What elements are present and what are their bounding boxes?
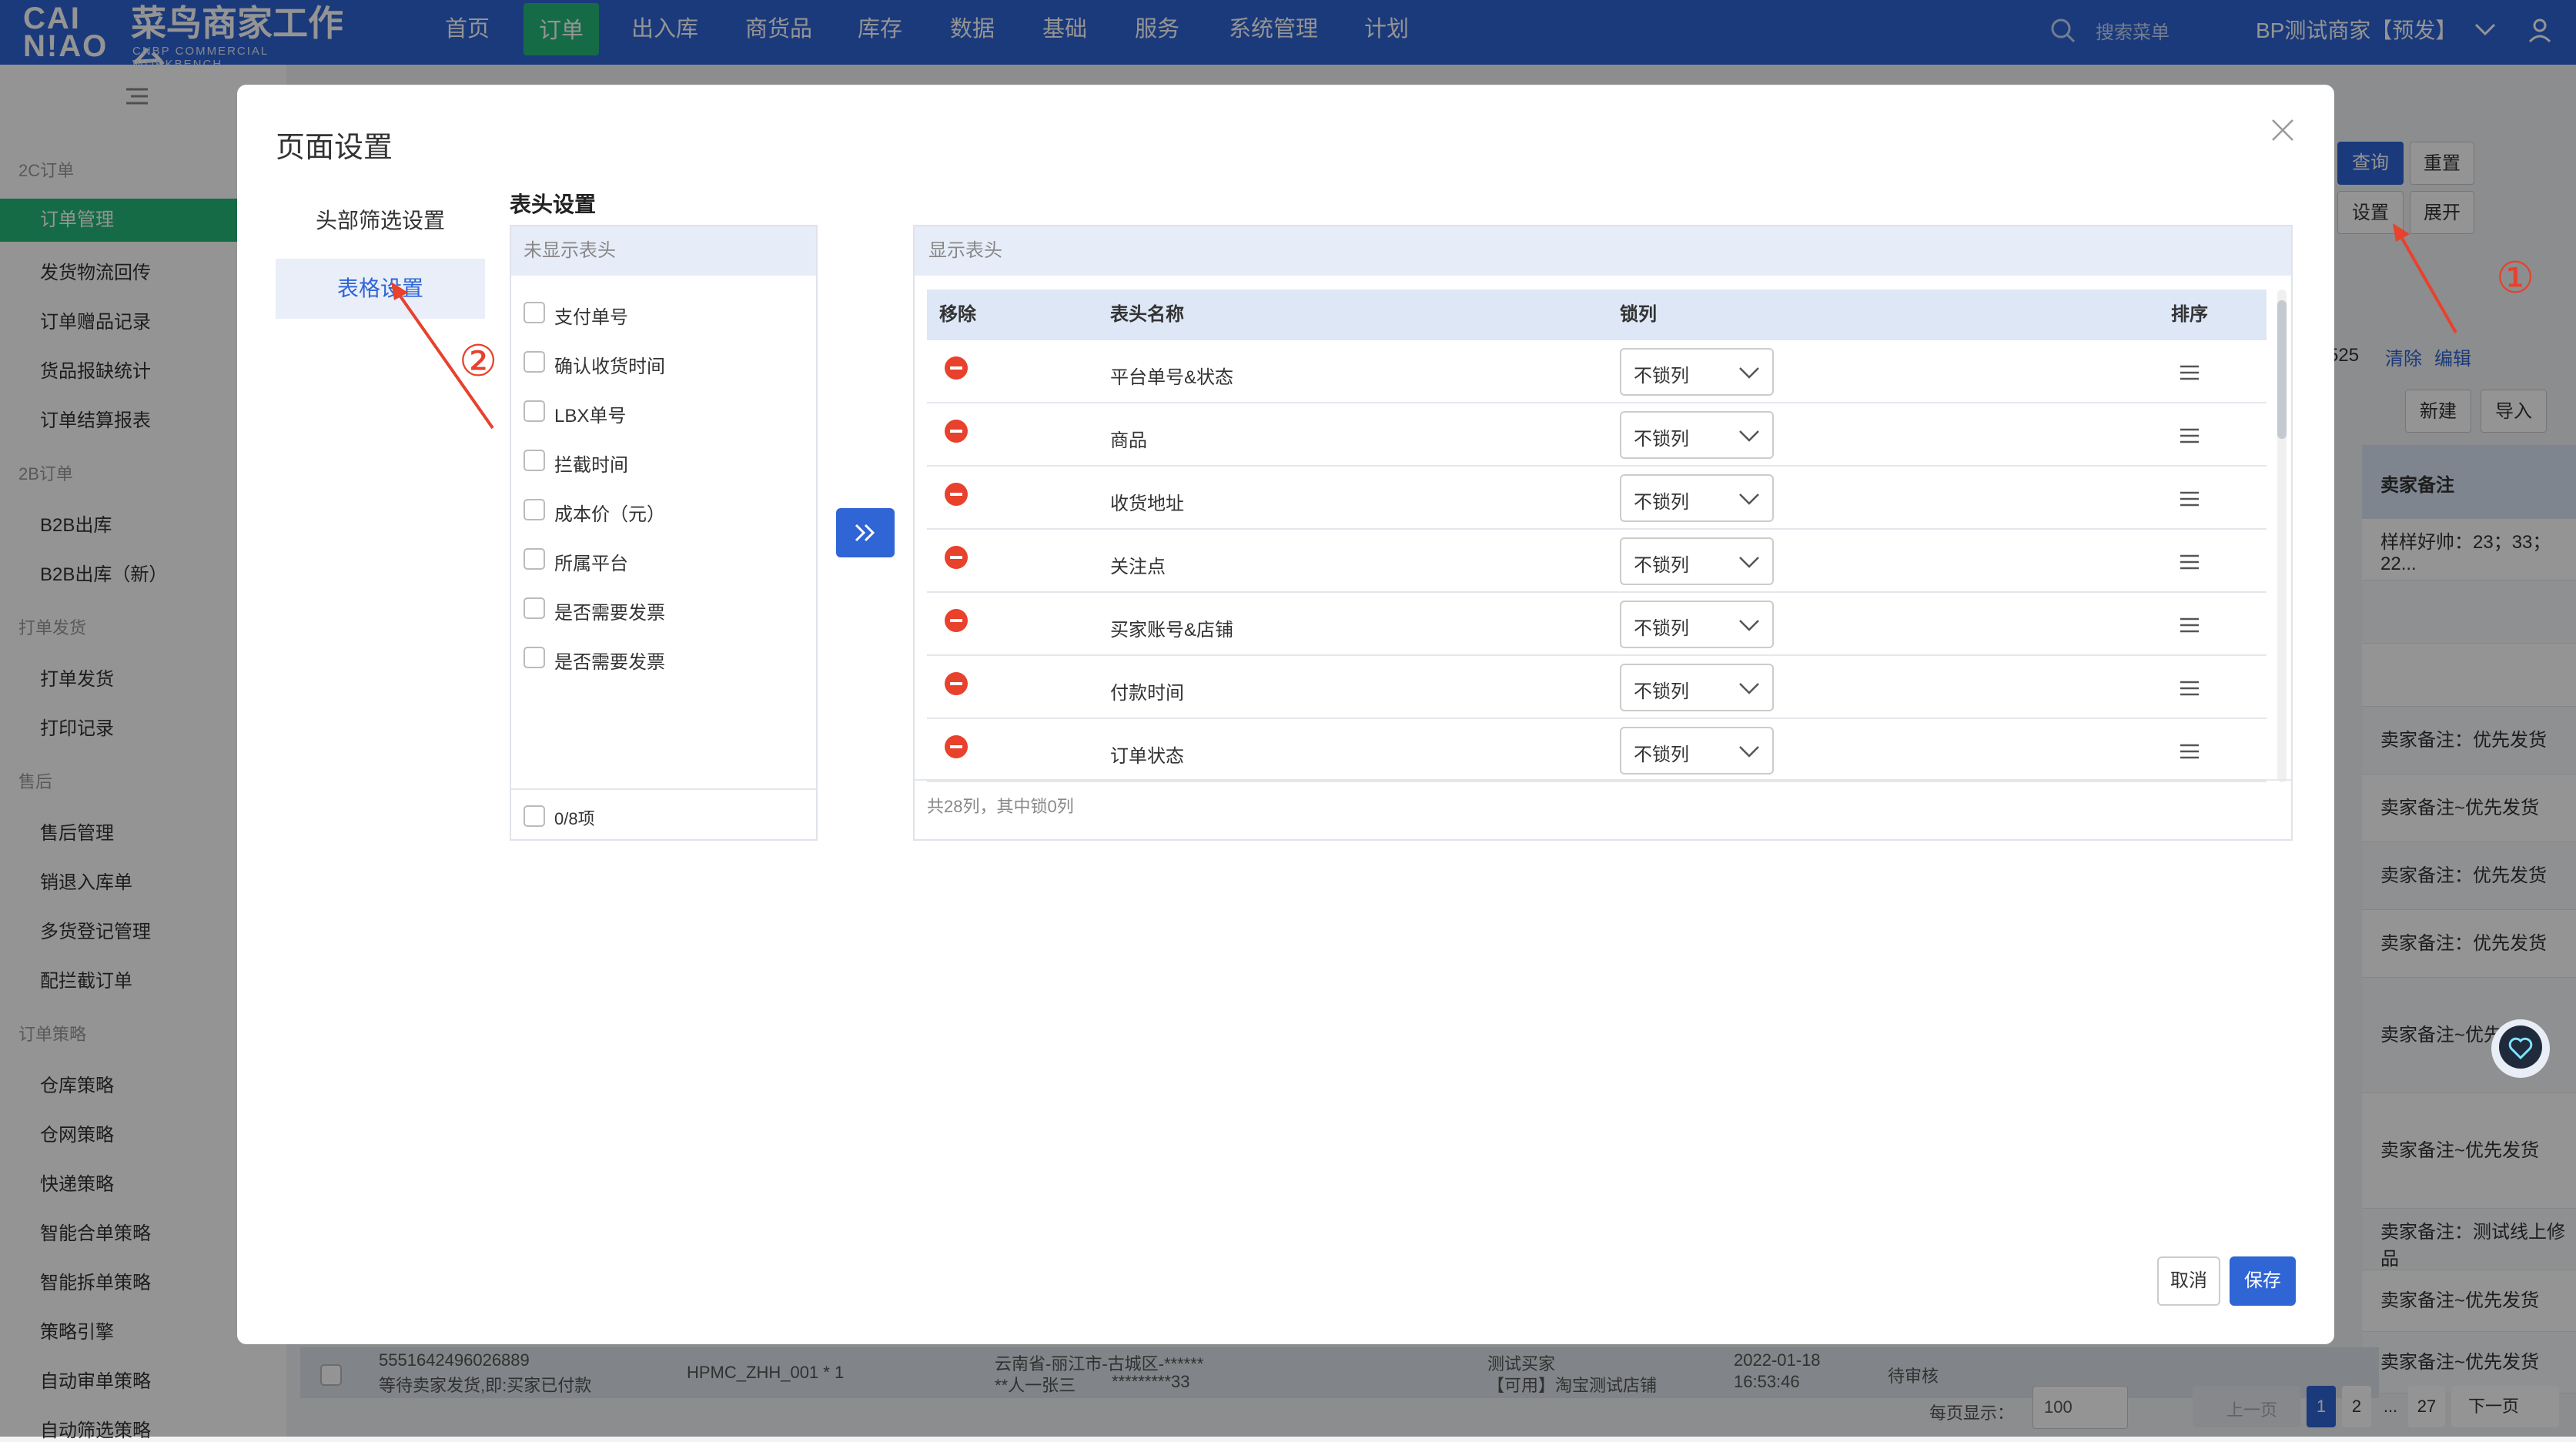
hidden-column-label: 是否需要发票 — [554, 603, 665, 624]
checkbox[interactable] — [524, 499, 545, 520]
nav-header-filter-settings[interactable]: 头部筛选设置 — [276, 194, 485, 248]
table-row: 收货地址 不锁列 — [927, 467, 2267, 530]
remove-icon[interactable] — [944, 608, 969, 633]
hidden-column-label: 是否需要发票 — [554, 652, 665, 673]
lock-select-value: 不锁列 — [1634, 429, 1689, 450]
lock-select[interactable]: 不锁列 — [1620, 664, 1774, 711]
column-name: 买家账号&店铺 — [1110, 620, 1234, 641]
chevron-down-icon — [1739, 367, 1759, 379]
shown-panel-title: 显示表头 — [915, 226, 2291, 276]
move-to-shown-button[interactable] — [836, 508, 895, 557]
section-title: 表头设置 — [510, 192, 597, 216]
column-count-summary: 共28列，其中锁0列 — [927, 797, 1074, 816]
table-row: 买家账号&店铺 不锁列 — [927, 593, 2267, 656]
column-name: 收货地址 — [1110, 493, 1184, 514]
hidden-column-label: 成本价（元） — [554, 504, 665, 525]
lock-select[interactable]: 不锁列 — [1620, 727, 1774, 775]
checkbox[interactable] — [524, 548, 545, 570]
lock-select-value: 不锁列 — [1634, 555, 1689, 576]
settings-nav: 头部筛选设置 表格设置 — [276, 185, 491, 408]
remove-icon[interactable] — [944, 734, 969, 759]
checkbox[interactable] — [524, 302, 545, 323]
column-header-name: 表头名称 — [1110, 304, 1184, 325]
lock-select-value: 不锁列 — [1634, 681, 1689, 702]
lock-select-value: 不锁列 — [1634, 618, 1689, 639]
hidden-column-label: 拦截时间 — [554, 455, 628, 476]
table-row: 商品 不锁列 — [927, 403, 2267, 467]
remove-icon[interactable] — [944, 419, 969, 443]
close-icon[interactable] — [2270, 117, 2296, 143]
table-row: 平台单号&状态 不锁列 — [927, 340, 2267, 403]
nav-table-settings[interactable]: 表格设置 — [276, 259, 485, 319]
column-header-lock: 锁列 — [1620, 304, 1657, 325]
hidden-column-label: 支付单号 — [554, 307, 628, 328]
hidden-column-label: LBX单号 — [554, 406, 627, 427]
column-name: 订单状态 — [1110, 746, 1184, 767]
assistant-robot-icon[interactable] — [2488, 1016, 2550, 1086]
remove-icon[interactable] — [944, 671, 969, 696]
drag-handle-icon[interactable] — [2179, 742, 2200, 761]
save-button[interactable]: 保存 — [2230, 1256, 2296, 1306]
lock-select[interactable]: 不锁列 — [1620, 348, 1774, 396]
divider — [915, 779, 2291, 781]
dialog-title: 页面设置 — [276, 132, 393, 164]
checkbox[interactable] — [524, 450, 545, 471]
column-name: 关注点 — [1110, 557, 1166, 577]
chevron-down-icon — [1739, 493, 1759, 505]
drag-handle-icon[interactable] — [2179, 427, 2200, 445]
column-header-remove: 移除 — [939, 304, 976, 325]
hidden-column-label: 所属平台 — [554, 554, 628, 574]
selection-count: 0/8项 — [554, 809, 595, 828]
double-chevron-right-icon — [855, 524, 875, 542]
lock-select[interactable]: 不锁列 — [1620, 474, 1774, 522]
scrollbar-thumb[interactable] — [2277, 300, 2287, 439]
table-row: 付款时间 不锁列 — [927, 656, 2267, 719]
drag-handle-icon[interactable] — [2179, 616, 2200, 634]
drag-handle-icon[interactable] — [2179, 490, 2200, 508]
shown-columns-panel: 显示表头 移除 表头名称 锁列 排序 平台单号&状态 不锁列 商品 不锁列 收货… — [913, 225, 2293, 841]
lock-select[interactable]: 不锁列 — [1620, 601, 1774, 648]
drag-handle-icon[interactable] — [2179, 553, 2200, 571]
lock-select[interactable]: 不锁列 — [1620, 411, 1774, 459]
chevron-down-icon — [1739, 430, 1759, 442]
chevron-down-icon — [1739, 620, 1759, 631]
remove-icon[interactable] — [944, 545, 969, 570]
lock-select-value: 不锁列 — [1634, 366, 1689, 386]
lock-select-value: 不锁列 — [1634, 744, 1689, 765]
remove-icon[interactable] — [944, 356, 969, 380]
select-all-checkbox[interactable] — [524, 805, 545, 827]
drag-handle-icon[interactable] — [2179, 363, 2200, 382]
hidden-columns-panel: 未显示表头 支付单号 确认收货时间 LBX单号 拦截时间 成本价（元） 所属平台… — [510, 225, 818, 841]
checkbox[interactable] — [524, 400, 545, 422]
lock-select[interactable]: 不锁列 — [1620, 537, 1774, 585]
drag-handle-icon[interactable] — [2179, 679, 2200, 698]
chevron-down-icon — [1739, 557, 1759, 568]
checkbox[interactable] — [524, 647, 545, 668]
columns-table-header: 移除 表头名称 锁列 排序 — [927, 289, 2267, 340]
page-settings-dialog: 页面设置 头部筛选设置 表格设置 表头设置 未显示表头 支付单号 确认收货时间 … — [237, 85, 2334, 1344]
checkbox[interactable] — [524, 351, 545, 373]
column-name: 平台单号&状态 — [1110, 367, 1234, 388]
table-row: 订单状态 不锁列 — [927, 719, 2267, 782]
column-header-sort: 排序 — [2171, 304, 2208, 325]
chevron-down-icon — [1739, 746, 1759, 758]
column-name: 商品 — [1110, 430, 1147, 451]
divider — [511, 788, 816, 790]
hidden-panel-title: 未显示表头 — [511, 226, 816, 276]
column-name: 付款时间 — [1110, 683, 1184, 704]
cancel-button[interactable]: 取消 — [2157, 1256, 2220, 1306]
remove-icon[interactable] — [944, 482, 969, 507]
checkbox[interactable] — [524, 597, 545, 619]
hidden-column-label: 确认收货时间 — [554, 356, 665, 377]
chevron-down-icon — [1739, 683, 1759, 694]
lock-select-value: 不锁列 — [1634, 492, 1689, 513]
table-row: 关注点 不锁列 — [927, 530, 2267, 593]
